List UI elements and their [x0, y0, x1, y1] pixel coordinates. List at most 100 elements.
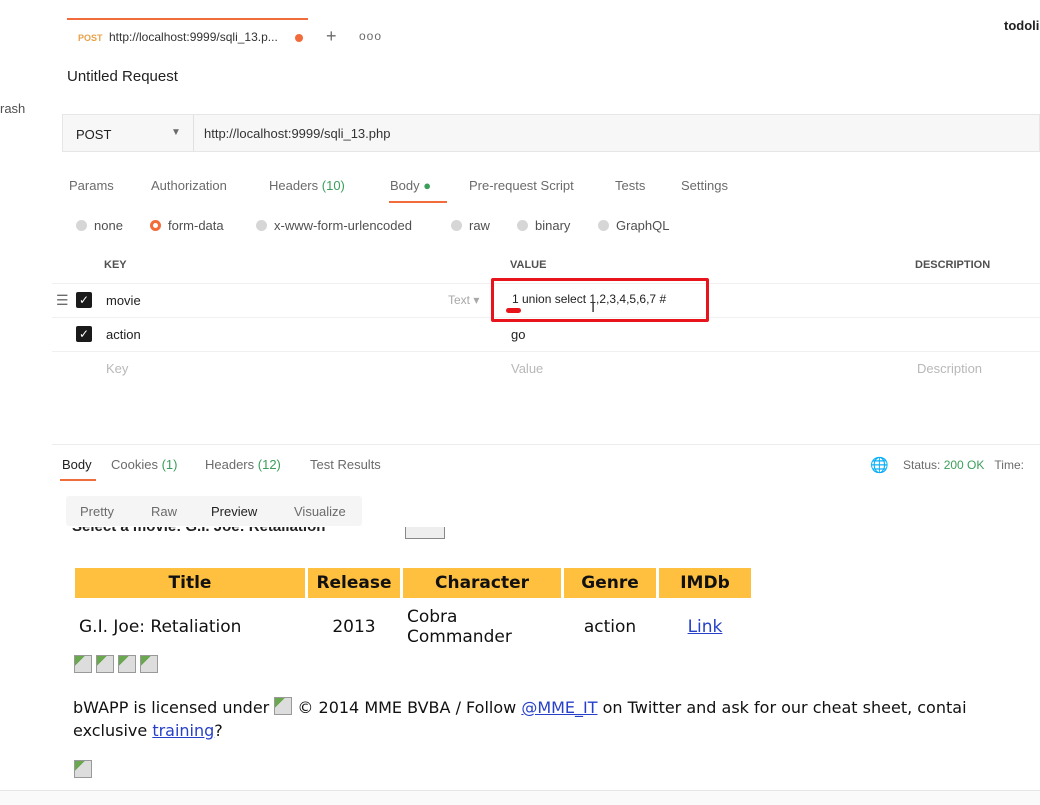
- body-active-dot-icon: ●: [423, 178, 432, 193]
- imdb-link[interactable]: Link: [688, 617, 723, 637]
- cell-genre: action: [583, 617, 637, 637]
- tab-url: http://localhost:9999/sqli_13.p...: [109, 30, 278, 44]
- view-mode-tabs: Pretty Raw Preview Visualize: [66, 496, 362, 526]
- broken-image-icon: [74, 760, 92, 778]
- tab-authorization[interactable]: Authorization: [151, 178, 227, 193]
- tab-headers[interactable]: Headers (10): [269, 178, 345, 193]
- request-tab[interactable]: POST http://localhost:9999/sqli_13.p...: [67, 18, 308, 55]
- broken-image-icon[interactable]: [140, 655, 158, 673]
- text-cursor-icon: I: [591, 299, 596, 316]
- radio-none[interactable]: none: [76, 218, 123, 233]
- radio-form-data[interactable]: form-data: [150, 218, 224, 233]
- view-visualize[interactable]: Visualize: [294, 504, 346, 519]
- cell-character: Cobra Commander: [403, 601, 561, 653]
- row-value[interactable]: go: [511, 327, 525, 342]
- sidebar-trash-label[interactable]: rash: [0, 101, 25, 116]
- response-status: Status: 200 OK Time:: [903, 458, 1024, 472]
- footer-text: © 2014 MME BVBA / Follow: [292, 698, 522, 717]
- row-value[interactable]: 1 union select 1,2,3,4,5,6,7 #: [512, 292, 666, 306]
- status-label: Status:: [903, 458, 941, 472]
- new-value-input[interactable]: Value: [511, 361, 543, 376]
- url-input[interactable]: http://localhost:9999/sqli_13.php: [204, 126, 390, 141]
- row-key[interactable]: action: [106, 327, 141, 342]
- status-badge[interactable]: 200 OK: [944, 458, 985, 472]
- radio-graphql-label: GraphQL: [616, 218, 670, 233]
- radio-icon: [598, 220, 609, 231]
- row-type-select[interactable]: Text ▾: [448, 293, 479, 307]
- broken-image-icon[interactable]: [74, 655, 92, 673]
- chevron-down-icon[interactable]: ▼: [171, 127, 181, 138]
- radio-graphql[interactable]: GraphQL: [598, 218, 669, 233]
- tab-params[interactable]: Params: [69, 178, 114, 193]
- table-row: ✓ action go: [52, 317, 1040, 352]
- column-header: Title: [75, 568, 305, 598]
- cell-title: G.I. Joe: Retaliation: [79, 617, 242, 637]
- training-link[interactable]: training: [152, 721, 214, 740]
- broken-image-row: [74, 655, 162, 678]
- broken-image-icon[interactable]: [118, 655, 136, 673]
- workspace-user[interactable]: todoli: [1004, 18, 1039, 33]
- license-footer: bWAPP is licensed under © 2014 MME BVBA …: [73, 696, 1040, 742]
- row-checkbox[interactable]: ✓: [76, 326, 92, 342]
- drag-handle-icon[interactable]: ☰: [56, 292, 69, 309]
- clipped-select-text: Select a movie: G.I. Joe: Retaliation: [72, 527, 325, 535]
- response-tab-test-results[interactable]: Test Results: [310, 457, 381, 472]
- tab-prerequest-script[interactable]: Pre-request Script: [469, 178, 574, 193]
- view-raw[interactable]: Raw: [151, 504, 177, 519]
- go-button[interactable]: [405, 527, 445, 539]
- unsaved-dot-icon: [295, 34, 303, 42]
- radio-raw[interactable]: raw: [451, 218, 490, 233]
- column-header: Character: [403, 568, 561, 598]
- new-key-input[interactable]: Key: [106, 361, 128, 376]
- tab-settings[interactable]: Settings: [681, 178, 728, 193]
- column-header-value: VALUE: [510, 259, 547, 271]
- response-tab-cookies[interactable]: Cookies (1): [111, 457, 177, 472]
- divider: [52, 444, 1040, 445]
- radio-none-label: none: [94, 218, 123, 233]
- red-annotation-mark: [506, 308, 521, 313]
- active-tab-underline: [60, 479, 96, 481]
- url-bar: POST ▼ http://localhost:9999/sqli_13.php: [62, 114, 1040, 152]
- divider: [193, 115, 194, 151]
- character-line2: Commander: [407, 627, 512, 647]
- radio-icon: [76, 220, 87, 231]
- table-row-empty: Key Value Description: [52, 351, 1040, 386]
- method-select[interactable]: POST: [76, 127, 111, 142]
- radio-urlencoded[interactable]: x-www-form-urlencoded: [256, 218, 412, 233]
- broken-image-icon[interactable]: [96, 655, 114, 673]
- column-header-key: KEY: [104, 259, 127, 271]
- radio-binary[interactable]: binary: [517, 218, 570, 233]
- column-header: Genre: [564, 568, 656, 598]
- new-tab-plus-icon[interactable]: +: [326, 26, 337, 47]
- response-tab-headers[interactable]: Headers (12): [205, 457, 281, 472]
- tab-more-icon[interactable]: ooo: [359, 29, 382, 43]
- column-header-description: DESCRIPTION: [915, 259, 991, 271]
- new-description-input[interactable]: Description: [917, 361, 982, 376]
- radio-binary-label: binary: [535, 218, 571, 233]
- radio-urlencoded-label: x-www-form-urlencoded: [274, 218, 412, 233]
- tab-tests[interactable]: Tests: [615, 178, 645, 193]
- row-checkbox[interactable]: ✓: [76, 292, 92, 308]
- character-line1: Cobra: [407, 607, 458, 627]
- globe-icon[interactable]: 🌐: [870, 456, 889, 474]
- row-type-label: Text: [448, 293, 471, 307]
- view-pretty[interactable]: Pretty: [80, 504, 114, 519]
- radio-icon: [517, 220, 528, 231]
- view-preview[interactable]: Preview: [211, 504, 257, 519]
- value-highlight-box: 1 union select 1,2,3,4,5,6,7 #: [491, 278, 709, 322]
- bottom-status-bar: [0, 790, 1040, 805]
- response-tab-headers-count: (12): [257, 457, 281, 472]
- request-title[interactable]: Untitled Request: [67, 68, 178, 85]
- twitter-link[interactable]: @MME_IT: [521, 698, 597, 717]
- footer-text: bWAPP is licensed under: [73, 698, 275, 717]
- radio-selected-icon: [150, 220, 161, 231]
- row-key[interactable]: movie: [106, 293, 141, 308]
- footer-text: ?: [214, 721, 223, 740]
- column-header: Release: [308, 568, 400, 598]
- table-header-row: Title Release Character Genre IMDb: [75, 568, 751, 598]
- footer-text: exclusive: [73, 721, 153, 740]
- tab-body[interactable]: Body ●: [390, 178, 431, 193]
- response-tab-body[interactable]: Body: [62, 457, 92, 472]
- time-label[interactable]: Time:: [994, 458, 1024, 472]
- response-tab-cookies-label: Cookies: [111, 457, 158, 472]
